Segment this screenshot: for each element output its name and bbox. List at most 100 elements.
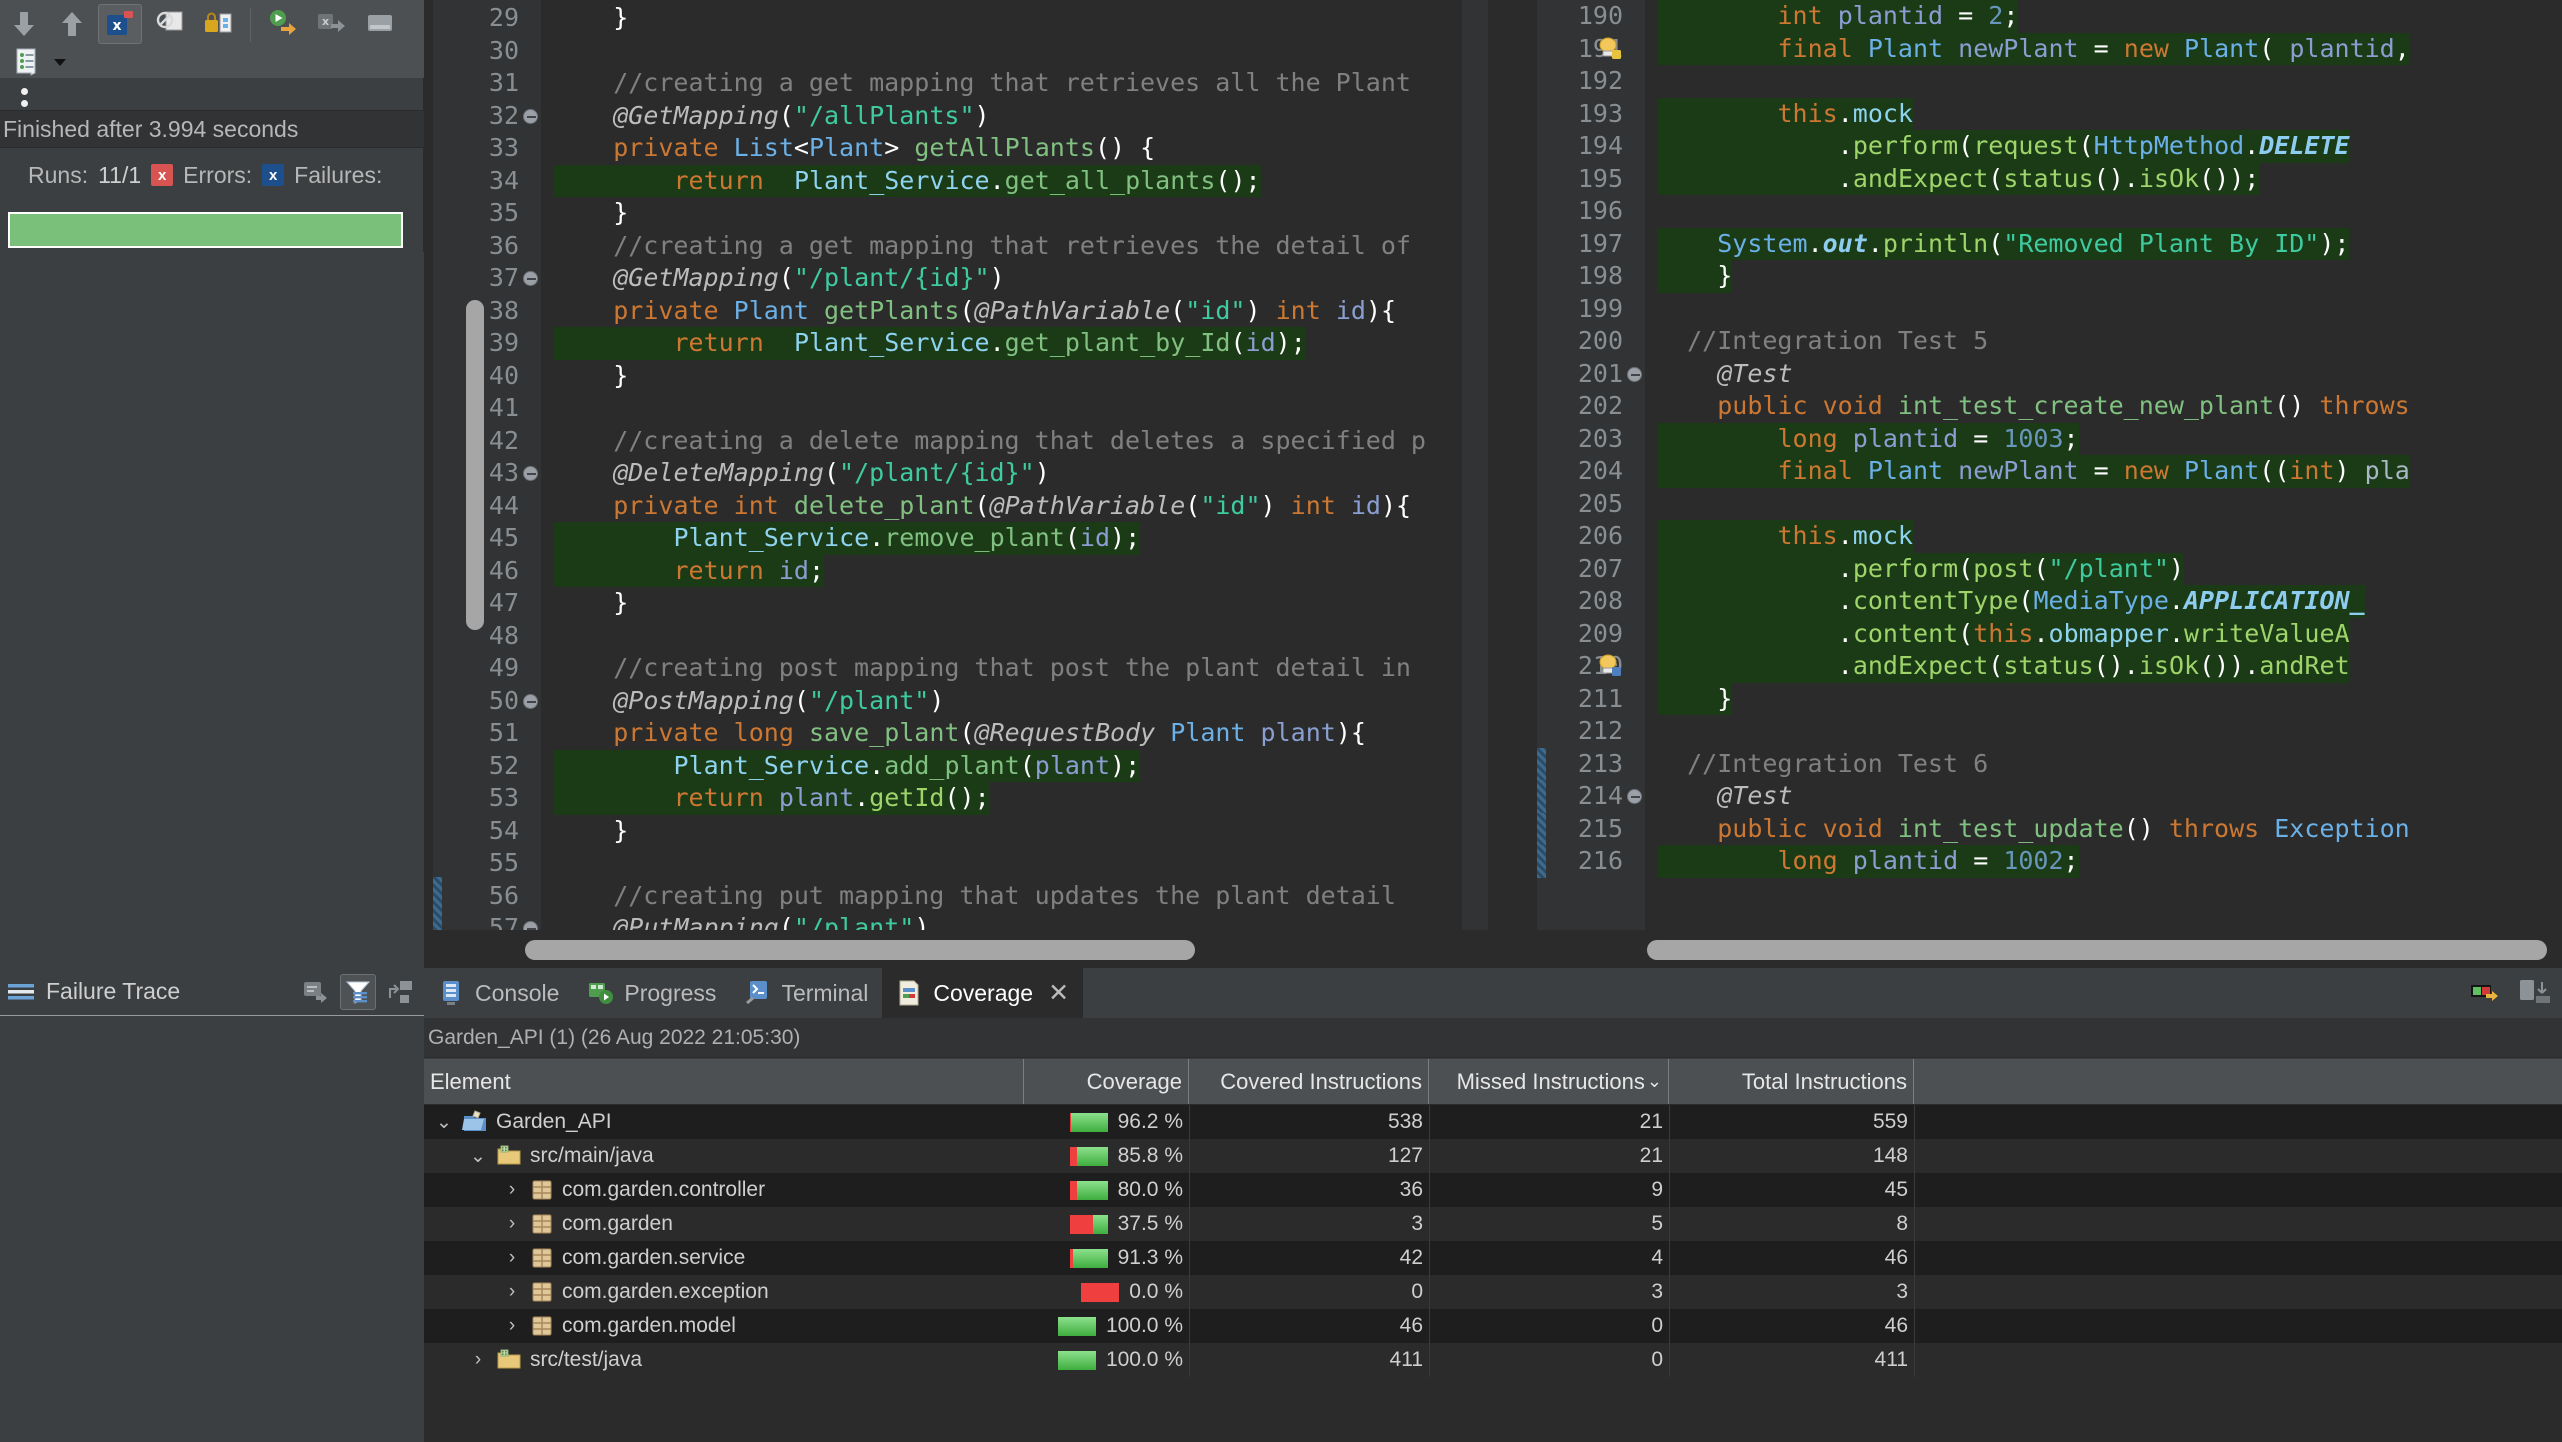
code-line[interactable]: 42 //creating a delete mapping that dele…	[433, 425, 1526, 458]
code-line[interactable]: 191 final Plant newPlant = new Plant( pl…	[1537, 32, 2562, 65]
cell-element[interactable]: › com.garden.exception	[424, 1275, 1024, 1309]
cell-element[interactable]: ⌄ src/main/java	[424, 1139, 1024, 1173]
chevron-down-icon[interactable]	[38, 42, 82, 82]
table-row[interactable]: ⌄ src/main/java 85.8 % 127 21 148	[424, 1139, 2562, 1173]
table-row[interactable]: › com.garden.controller 80.0 % 36 9 45	[424, 1173, 2562, 1207]
code-line[interactable]: 38 private Plant getPlants(@PathVariable…	[433, 295, 1526, 328]
filter-icon[interactable]	[340, 973, 376, 1010]
table-row[interactable]: › com.garden.exception 0.0 % 0 3 3	[424, 1275, 2562, 1309]
code-line[interactable]: 32 @GetMapping("/allPlants")	[433, 100, 1526, 133]
table-row[interactable]: › com.garden 37.5 % 3 5 8	[424, 1207, 2562, 1241]
show-failed-tests-icon[interactable]: x	[98, 4, 142, 44]
table-row[interactable]: › src/test/java 100.0 % 411 0 411	[424, 1343, 2562, 1377]
intention-bulb-info-icon[interactable]	[1597, 653, 1623, 679]
code-line[interactable]: 190 int plantid = 2;	[1537, 0, 2562, 33]
code-line[interactable]: 200 //Integration Test 5	[1537, 325, 2562, 358]
export-test-results-icon[interactable]: x	[310, 4, 354, 44]
table-row[interactable]: ⌄ Garden_API 96.2 % 538 21 559	[424, 1105, 2562, 1139]
code-line[interactable]: 47 }	[433, 587, 1526, 620]
coverage-table[interactable]: Element Coverage Covered Instructions Mi…	[424, 1059, 2562, 1442]
cell-element[interactable]: › com.garden.controller	[424, 1173, 1024, 1207]
code-line[interactable]: 196	[1537, 195, 2562, 228]
tab-coverage[interactable]: Coverage ✕	[882, 968, 1084, 1018]
code-line[interactable]: 45 Plant_Service.remove_plant(id);	[433, 522, 1526, 555]
code-line[interactable]: 37 @GetMapping("/plant/{id}")	[433, 262, 1526, 295]
export-to-editor-icon[interactable]	[298, 974, 334, 1010]
cell-element[interactable]: › com.garden.service	[424, 1241, 1024, 1275]
code-line[interactable]: 195 .andExpect(status().isOk());	[1537, 162, 2562, 195]
code-line[interactable]: 216 long plantid = 1002;	[1537, 845, 2562, 878]
chevron-right-icon[interactable]: ›	[502, 1281, 522, 1303]
code-line[interactable]: 35 }	[433, 197, 1526, 230]
chevron-right-icon[interactable]: ›	[468, 1349, 488, 1371]
chevron-right-icon[interactable]: ›	[502, 1213, 522, 1235]
tab-terminal[interactable]: Terminal	[730, 968, 882, 1018]
restore-layout-icon[interactable]	[2518, 977, 2552, 1009]
code-fold-icon[interactable]	[523, 466, 538, 481]
code-line[interactable]: 197 System.out.println("Removed Plant By…	[1537, 227, 2562, 260]
code-line[interactable]: 30	[433, 35, 1526, 68]
column-header-total-instructions[interactable]: Total Instructions	[1669, 1059, 1914, 1104]
editor-integration-tests[interactable]: 190 int plantid = 2; 191 final Plant newP…	[1537, 0, 2562, 968]
tab-progress[interactable]: Progress	[573, 968, 730, 1018]
coverage-table-body[interactable]: ⌄ Garden_API 96.2 % 538 21 559 ⌄ src/main/java 8…	[424, 1105, 2562, 1377]
code-line[interactable]: 206 this.mock	[1537, 520, 2562, 553]
arrow-down-icon[interactable]	[2, 4, 46, 44]
table-row[interactable]: › com.garden.model 100.0 % 46 0 46	[424, 1309, 2562, 1343]
code-line[interactable]: 203 long plantid = 1003;	[1537, 422, 2562, 455]
code-line[interactable]: 40 }	[433, 360, 1526, 393]
code-line[interactable]: 44 private int delete_plant(@PathVariabl…	[433, 490, 1526, 523]
chevron-down-icon[interactable]: ⌄	[468, 1145, 488, 1168]
code-line[interactable]: 34 return Plant_Service.get_all_plants()…	[433, 164, 1526, 197]
cell-element[interactable]: ⌄ Garden_API	[424, 1105, 1024, 1139]
column-header-element[interactable]: Element	[424, 1059, 1024, 1104]
code-line[interactable]: 43 @DeleteMapping("/plant/{id}")	[433, 457, 1526, 490]
code-line[interactable]: 51 private long save_plant(@RequestBody …	[433, 717, 1526, 750]
cell-element[interactable]: › src/test/java	[424, 1343, 1024, 1377]
code-fold-icon[interactable]	[1627, 366, 1642, 382]
code-line[interactable]: 54 }	[433, 815, 1526, 848]
column-header-missed-instructions[interactable]: Missed Instructions ⌄	[1429, 1059, 1669, 1104]
code-line[interactable]: 199	[1537, 293, 2562, 326]
code-line[interactable]: 31 //creating a get mapping that retriev…	[433, 67, 1526, 100]
editor-left-scrollbar-thumb[interactable]	[466, 300, 484, 630]
editor-code-left[interactable]: 29 } 30 31 //creating a get mapping that r…	[433, 0, 1526, 968]
editor-right-hscroll-thumb[interactable]	[1647, 940, 2547, 960]
code-line[interactable]: 213 //Integration Test 6	[1537, 747, 2562, 780]
rerun-failed-tests-icon[interactable]	[262, 4, 306, 44]
code-line[interactable]: 214 @Test	[1537, 780, 2562, 813]
column-header-covered-instructions[interactable]: Covered Instructions	[1189, 1059, 1429, 1104]
code-line[interactable]: 49 //creating post mapping that post the…	[433, 652, 1526, 685]
code-line[interactable]: 212	[1537, 715, 2562, 748]
code-line[interactable]: 194 .perform(request(HttpMethod.DELETE	[1537, 130, 2562, 163]
editor-left-scrollbar-track[interactable]	[1462, 0, 1488, 968]
failure-trace-content[interactable]	[0, 1016, 424, 1442]
code-line[interactable]: 46 return id;	[433, 554, 1526, 587]
lock-scroll-icon[interactable]	[196, 4, 240, 44]
code-line[interactable]: 53 return plant.getId();	[433, 782, 1526, 815]
chevron-right-icon[interactable]: ›	[502, 1247, 522, 1269]
chevron-right-icon[interactable]: ›	[502, 1179, 522, 1201]
code-fold-icon[interactable]	[1627, 789, 1642, 804]
code-fold-icon[interactable]	[523, 108, 538, 124]
code-line[interactable]: 207 .perform(post("/plant")	[1537, 552, 2562, 585]
editor-code-right[interactable]: 190 int plantid = 2; 191 final Plant newP…	[1537, 0, 2562, 968]
code-line[interactable]: 33 private List<Plant> getAllPlants() {	[433, 132, 1526, 165]
code-fold-icon[interactable]	[523, 271, 538, 286]
close-icon[interactable]: ✕	[1048, 978, 1069, 1008]
code-line[interactable]: 56 //creating put mapping that updates t…	[433, 880, 1526, 913]
code-line[interactable]: 52 Plant_Service.add_plant(plant);	[433, 749, 1526, 782]
chevron-down-icon[interactable]: ⌄	[434, 1111, 454, 1134]
column-header-coverage[interactable]: Coverage	[1024, 1059, 1189, 1104]
arrow-up-icon[interactable]	[50, 4, 94, 44]
chevron-right-icon[interactable]: ›	[502, 1315, 522, 1337]
tab-console[interactable]: Console	[424, 968, 573, 1018]
code-line[interactable]: 41	[433, 392, 1526, 425]
editor-left-hscroll-thumb[interactable]	[525, 940, 1195, 960]
code-line[interactable]: 205	[1537, 488, 2562, 521]
hide-passed-tests-icon[interactable]	[148, 4, 192, 44]
code-fold-icon[interactable]	[523, 693, 538, 709]
code-line[interactable]: 36 //creating a get mapping that retriev…	[433, 230, 1526, 263]
code-line[interactable]: 211 }	[1537, 682, 2562, 715]
coverage-toggle-icon[interactable]	[2470, 978, 2504, 1008]
